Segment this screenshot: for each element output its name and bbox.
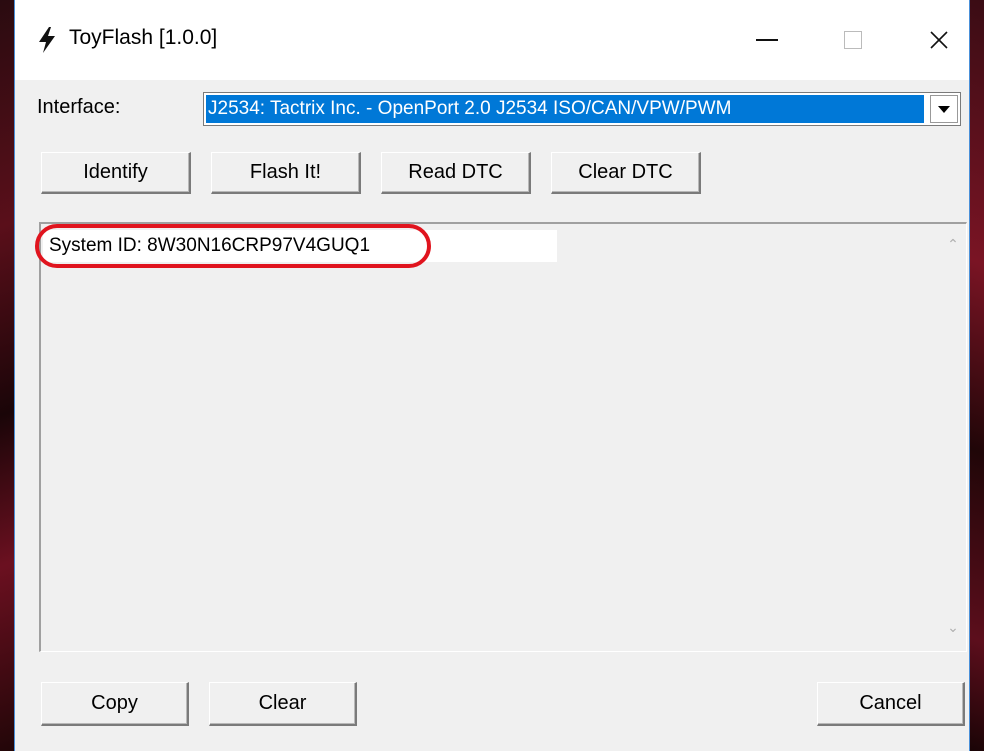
interface-select[interactable]: J2534: Tactrix Inc. - OpenPort 2.0 J2534… xyxy=(203,92,961,126)
title-bar[interactable]: ToyFlash [1.0.0] xyxy=(15,0,969,80)
minimize-icon xyxy=(756,39,778,41)
interface-label: Interface: xyxy=(37,96,121,118)
clear-button[interactable]: Clear xyxy=(209,682,357,726)
flash-button[interactable]: Flash It! xyxy=(211,152,361,194)
close-icon xyxy=(930,31,948,49)
desktop-background-right xyxy=(970,0,984,751)
scroll-down-icon[interactable]: ⌄ xyxy=(944,619,962,637)
cancel-button[interactable]: Cancel xyxy=(817,682,965,726)
read-dtc-button[interactable]: Read DTC xyxy=(381,152,531,194)
interface-selected-value[interactable]: J2534: Tactrix Inc. - OpenPort 2.0 J2534… xyxy=(206,95,924,123)
close-button[interactable] xyxy=(909,14,969,66)
desktop-background-left xyxy=(0,0,14,751)
dropdown-button[interactable] xyxy=(930,95,958,123)
lightning-bolt-icon xyxy=(39,27,55,53)
scroll-up-icon[interactable]: ⌃ xyxy=(944,236,962,254)
identify-button[interactable]: Identify xyxy=(41,152,191,194)
highlight-annotation xyxy=(35,224,431,268)
app-window: ToyFlash [1.0.0] Interface: J2534: Tactr… xyxy=(14,0,970,751)
maximize-icon xyxy=(844,31,862,49)
output-textarea[interactable]: System ID: 8W30N16CRP97V4GUQ1 ⌃ ⌄ xyxy=(35,222,967,652)
window-title: ToyFlash [1.0.0] xyxy=(69,26,218,49)
chevron-down-icon xyxy=(938,105,950,113)
minimize-button[interactable] xyxy=(737,14,797,66)
copy-button[interactable]: Copy xyxy=(41,682,189,726)
clear-dtc-button[interactable]: Clear DTC xyxy=(551,152,701,194)
maximize-button[interactable] xyxy=(823,14,883,66)
